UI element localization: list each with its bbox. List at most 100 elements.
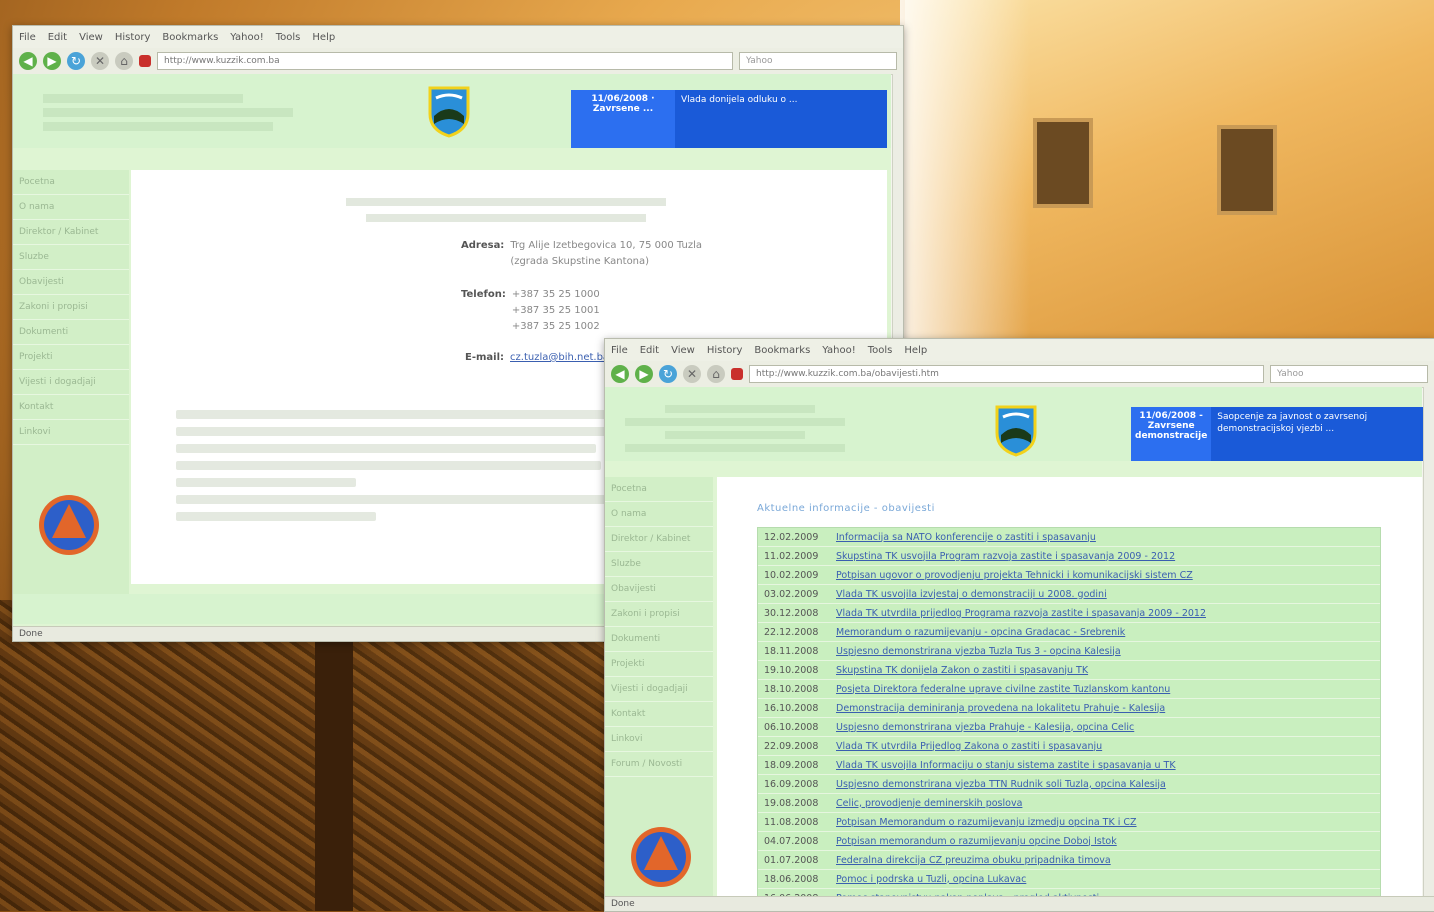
sidebar-item[interactable]: Zakoni i propisi: [13, 295, 129, 320]
menu-edit[interactable]: Edit: [640, 345, 659, 356]
header-org-name: [43, 94, 343, 131]
stop-icon[interactable]: ✕: [91, 52, 109, 70]
phone-1: +387 35 25 1000: [511, 289, 600, 300]
menu-file[interactable]: File: [19, 32, 36, 43]
sidebar-item[interactable]: Forum / Novosti: [605, 752, 713, 777]
news-row-link[interactable]: Uspjesno demonstrirana vjezba TTN Rudnik…: [836, 779, 1380, 790]
news-ticker[interactable]: 11/06/2008 - Zavrsene demonstracije Saop…: [1131, 407, 1424, 461]
home-icon[interactable]: ⌂: [115, 52, 133, 70]
news-row-date: 22.12.2008: [764, 626, 819, 638]
back-arrow-icon[interactable]: ◀: [19, 52, 37, 70]
menu-file[interactable]: File: [611, 345, 628, 356]
menu-yahoo[interactable]: Yahoo!: [822, 345, 855, 356]
sidebar-item[interactable]: O nama: [605, 502, 713, 527]
menu-help[interactable]: Help: [904, 345, 927, 356]
news-row-link[interactable]: Pomoc i podrska u Tuzli, opcina Lukavac: [836, 874, 1380, 885]
sidebar-item[interactable]: Direktor / Kabinet: [13, 220, 129, 245]
url-bar[interactable]: http://www.kuzzik.com.ba/obavijesti.htm: [749, 365, 1264, 383]
background-post: [315, 640, 353, 911]
sidebar-item[interactable]: O nama: [13, 195, 129, 220]
vertical-scrollbar[interactable]: [1423, 387, 1434, 897]
news-ticker-text: Vlada donijela odluku o ...: [681, 95, 798, 105]
sidebar-item[interactable]: Obavijesti: [605, 577, 713, 602]
news-row-link[interactable]: Uspjesno demonstrirana vjezba Prahuje - …: [836, 722, 1380, 733]
news-row-link[interactable]: Demonstracija deminiranja provedena na l…: [836, 703, 1380, 714]
news-row-link[interactable]: Vlada TK utvrdila Prijedlog Zakona o zas…: [836, 741, 1380, 752]
menu-view[interactable]: View: [671, 345, 695, 356]
site-header: 11/06/2008 - Zavrsene demonstracije Saop…: [605, 387, 1424, 461]
sidebar-item[interactable]: Kontakt: [605, 702, 713, 727]
sidebar-item[interactable]: Dokumenti: [13, 320, 129, 345]
menu-help[interactable]: Help: [312, 32, 335, 43]
news-row-link[interactable]: Potpisan Memorandum o razumijevanju izme…: [836, 817, 1380, 828]
background-fog: [900, 0, 1030, 340]
search-input[interactable]: Yahoo: [1270, 365, 1428, 383]
search-input[interactable]: Yahoo: [739, 52, 897, 70]
news-row-link[interactable]: Uspjesno demonstrirana vjezba Tuzla Tus …: [836, 646, 1380, 657]
menu-bookmarks[interactable]: Bookmarks: [162, 32, 218, 43]
sidebar-item[interactable]: Pocetna: [605, 477, 713, 502]
news-row-date: 11.08.2008: [764, 816, 819, 828]
news-row: 18.06.2008 Pomoc i podrska u Tuzli, opcin…: [758, 870, 1380, 889]
menu-tools[interactable]: Tools: [868, 345, 893, 356]
sidebar-item[interactable]: Dokumenti: [605, 627, 713, 652]
forward-arrow-icon[interactable]: ▶: [43, 52, 61, 70]
menu-history[interactable]: History: [707, 345, 743, 356]
menu-edit[interactable]: Edit: [48, 32, 67, 43]
menu-bar: File Edit View History Bookmarks Yahoo! …: [13, 26, 903, 48]
news-list-title: Aktuelne informacije - obavijesti: [757, 503, 935, 514]
browser-window-2[interactable]: File Edit View History Bookmarks Yahoo! …: [604, 338, 1434, 912]
forward-arrow-icon[interactable]: ▶: [635, 365, 653, 383]
reload-icon[interactable]: ↻: [67, 52, 85, 70]
menu-yahoo[interactable]: Yahoo!: [230, 32, 263, 43]
sidebar-item[interactable]: Linkovi: [605, 727, 713, 752]
sidebar-item[interactable]: Sluzbe: [605, 552, 713, 577]
sidebar-item[interactable]: Vijesti i dogadjaji: [13, 370, 129, 395]
news-row-link[interactable]: Potpisan memorandum o razumijevanju opci…: [836, 836, 1380, 847]
news-row-link[interactable]: Federalna direkcija CZ preuzima obuku pr…: [836, 855, 1380, 866]
news-row-link[interactable]: Posjeta Direktora federalne uprave civil…: [836, 684, 1380, 695]
site-favicon-icon: [139, 55, 151, 67]
news-row: 18.11.2008 Uspjesno demonstrirana vjezba …: [758, 642, 1380, 661]
sidebar-item[interactable]: Linkovi: [13, 420, 129, 445]
sidebar-item[interactable]: Vijesti i dogadjaji: [605, 677, 713, 702]
menu-view[interactable]: View: [79, 32, 103, 43]
news-row-link[interactable]: Skupstina TK usvojila Program razvoja za…: [836, 551, 1380, 562]
news-row-link[interactable]: Vlada TK utvrdila prijedlog Programa raz…: [836, 608, 1380, 619]
sidebar-item[interactable]: Projekti: [13, 345, 129, 370]
sidebar-item[interactable]: Obavijesti: [13, 270, 129, 295]
url-bar[interactable]: http://www.kuzzik.com.ba: [157, 52, 733, 70]
sidebar-item[interactable]: Direktor / Kabinet: [605, 527, 713, 552]
news-row-link[interactable]: Informacija sa NATO konferencije o zasti…: [836, 532, 1380, 543]
home-icon[interactable]: ⌂: [707, 365, 725, 383]
menu-history[interactable]: History: [115, 32, 151, 43]
sidebar-item[interactable]: Pocetna: [13, 170, 129, 195]
sidebar-item[interactable]: Sluzbe: [13, 245, 129, 270]
menu-tools[interactable]: Tools: [276, 32, 301, 43]
news-row-link[interactable]: Potpisan ugovor o provodjenju projekta T…: [836, 570, 1380, 581]
reload-icon[interactable]: ↻: [659, 365, 677, 383]
site-favicon-icon: [731, 368, 743, 380]
news-row-link[interactable]: Memorandum o razumijevanju - opcina Grad…: [836, 627, 1380, 638]
news-row: 16.10.2008 Demonstracija deminiranja prov…: [758, 699, 1380, 718]
news-row-link[interactable]: Vlada TK usvojila izvjestaj o demonstrac…: [836, 589, 1380, 600]
news-row: 18.10.2008 Posjeta Direktora federalne up…: [758, 680, 1380, 699]
email-link[interactable]: cz.tuzla@bih.net.ba: [510, 352, 609, 363]
civil-defence-logo: [39, 495, 99, 555]
back-arrow-icon[interactable]: ◀: [611, 365, 629, 383]
main-content: Aktuelne informacije - obavijesti 12.02.…: [717, 477, 1422, 899]
news-row: 19.08.2008 Celic, provodjenje deminerskih…: [758, 794, 1380, 813]
site-header: 11/06/2008 · Zavrsene ... Vlada donijela…: [13, 74, 891, 148]
address-value: Trg Alije Izetbegovica 10, 75 000 Tuzla: [510, 240, 702, 251]
header-org-name: [625, 405, 885, 452]
sidebar-item[interactable]: Zakoni i propisi: [605, 602, 713, 627]
sidebar-item[interactable]: Projekti: [605, 652, 713, 677]
news-ticker[interactable]: 11/06/2008 · Zavrsene ... Vlada donijela…: [571, 90, 887, 148]
address-label: Adresa:: [461, 240, 505, 251]
news-row-link[interactable]: Vlada TK usvojila Informaciju o stanju s…: [836, 760, 1380, 771]
menu-bookmarks[interactable]: Bookmarks: [754, 345, 810, 356]
sidebar-item[interactable]: Kontakt: [13, 395, 129, 420]
news-row-link[interactable]: Skupstina TK donijela Zakon o zastiti i …: [836, 665, 1380, 676]
stop-icon[interactable]: ✕: [683, 365, 701, 383]
news-row-link[interactable]: Celic, provodjenje deminerskih poslova: [836, 798, 1380, 809]
